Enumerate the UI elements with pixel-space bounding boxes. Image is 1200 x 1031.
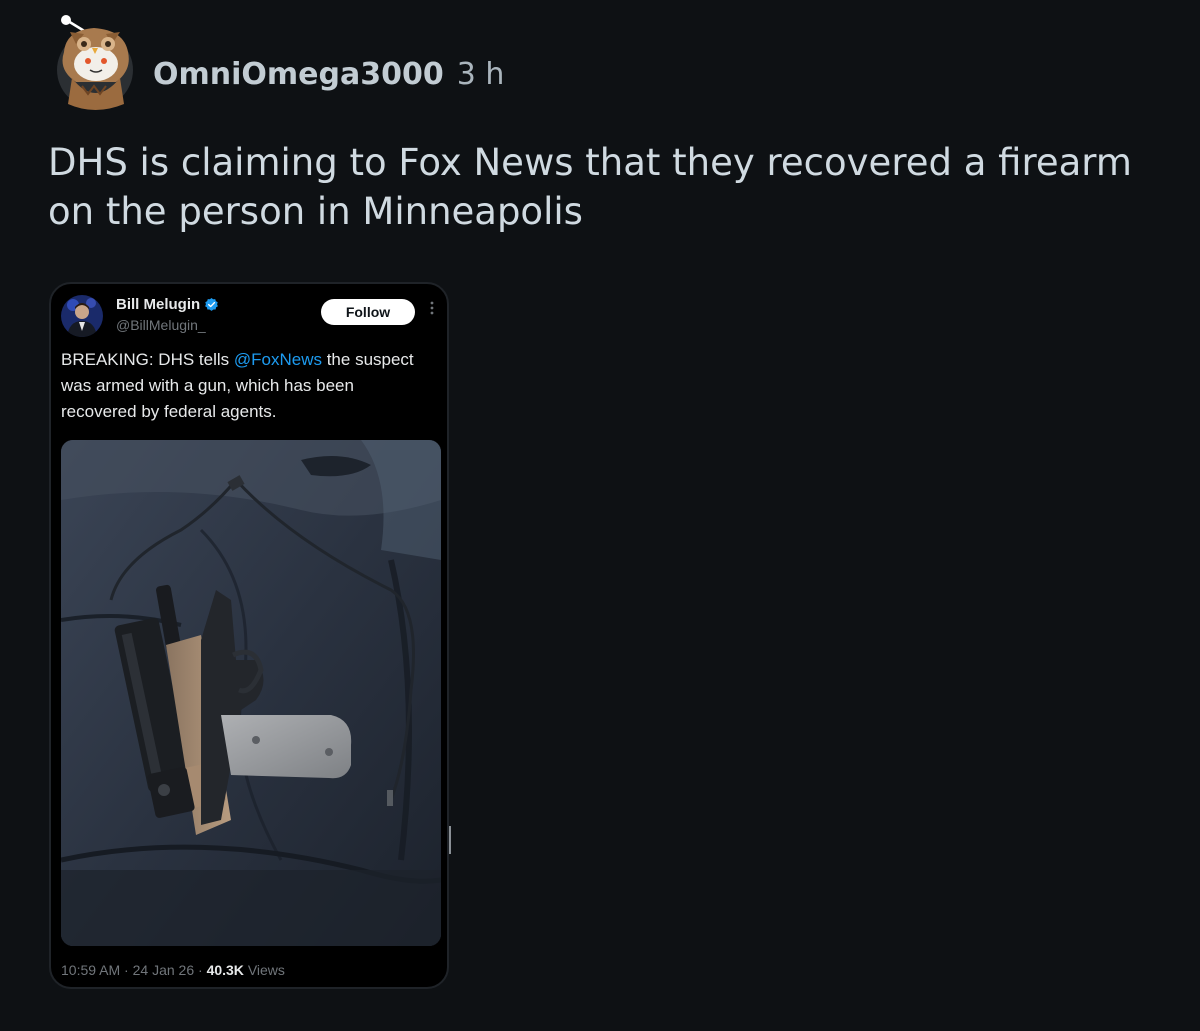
post-author[interactable]: OmniOmega3000 [153, 57, 444, 92]
post-title[interactable]: DHS is claiming to Fox News that they re… [48, 138, 1148, 236]
views-label: Views [247, 962, 285, 978]
user-avatar[interactable] [50, 12, 140, 112]
post-time: 3 h [456, 56, 505, 92]
tweet-date: 24 Jan 26 [132, 962, 195, 978]
embedded-tweet-image[interactable]: Bill Melugin @BillMelugin_ Follow BREAKI… [49, 282, 449, 989]
tweet-display-name-text: Bill Melugin [116, 296, 201, 313]
tweet-display-name[interactable]: Bill Melugin [116, 296, 219, 313]
meta-separator: · [198, 962, 203, 978]
verified-badge-icon [205, 297, 219, 311]
scrollbar-thumb[interactable] [449, 826, 451, 854]
follow-button[interactable]: Follow [321, 299, 415, 325]
reddit-post-page: OmniOmega3000 3 h DHS is claiming to Fox… [0, 0, 1200, 1031]
views-count: 40.3K [206, 962, 244, 978]
tweet-time: 10:59 AM [61, 962, 121, 978]
more-vertical-icon[interactable] [427, 301, 437, 317]
tweet-meta-footer: 10:59 AM · 24 Jan 26 · 40.3K Views [61, 962, 285, 978]
tweet-photo-pistol[interactable] [61, 440, 441, 946]
tweet-handle[interactable]: @BillMelugin_ [116, 317, 206, 333]
tweet-author-avatar [61, 295, 103, 337]
post-meta: OmniOmega3000 3 h [153, 54, 504, 94]
tweet-text-lead: BREAKING: DHS tells [61, 350, 234, 369]
tweet-text: BREAKING: DHS tells @FoxNews the suspect… [61, 347, 431, 425]
tweet-mention-link[interactable]: @FoxNews [234, 350, 322, 369]
meta-separator: · [124, 962, 129, 978]
